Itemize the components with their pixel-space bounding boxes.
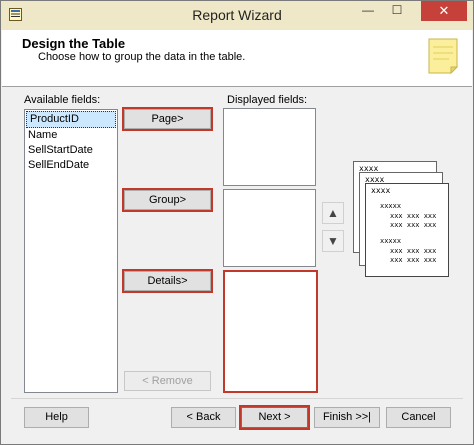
details-button[interactable]: Details> (122, 269, 213, 293)
preview-card-details: xxxx xxxxx xxx xxx xxx xxx xxx xxx xxxxx… (365, 183, 449, 277)
finish-button[interactable]: Finish >>| (314, 407, 380, 428)
list-item[interactable]: SellEndDate (25, 158, 117, 173)
group-button[interactable]: Group> (122, 188, 213, 212)
preview-details-label: xxxx (371, 186, 391, 195)
report-wizard-window: Report Wizard — ☐ ✕ Design the Table Cho… (0, 0, 474, 445)
next-button[interactable]: Next > (239, 405, 310, 430)
title-bar: Report Wizard — ☐ ✕ (1, 1, 473, 30)
preview-row: xxx xxx xxx (390, 247, 437, 255)
preview-group-a: xxxxx (380, 202, 402, 210)
page-title: Design the Table (22, 36, 126, 51)
sticky-note-icon (428, 38, 459, 75)
page-button[interactable]: Page> (122, 107, 213, 131)
back-button[interactable]: < Back (171, 407, 236, 428)
move-down-button[interactable]: ▼ (322, 230, 344, 252)
cancel-button[interactable]: Cancel (386, 407, 451, 428)
page-fields-list[interactable] (223, 108, 316, 186)
available-fields-list[interactable]: ProductID Name SellStartDate SellEndDate (24, 109, 118, 393)
minimize-button[interactable]: — (354, 1, 382, 21)
wizard-header: Design the Table Choose how to group the… (2, 30, 472, 87)
preview-row: xxx xxx xxx (390, 212, 437, 220)
preview-row: xxx xxx xxx (390, 221, 437, 229)
preview-group-b: xxxxx (380, 237, 402, 245)
displayed-fields-label: Displayed fields: (227, 94, 308, 106)
available-fields-label: Available fields: (24, 94, 101, 106)
move-up-button[interactable]: ▲ (322, 202, 344, 224)
close-button[interactable]: ✕ (421, 1, 467, 21)
list-item[interactable]: SellStartDate (25, 143, 117, 158)
help-button[interactable]: Help (24, 407, 89, 428)
remove-button[interactable]: < Remove (124, 371, 211, 391)
preview-row: xxx xxx xxx (390, 256, 437, 264)
list-item[interactable]: Name (25, 128, 117, 143)
maximize-button[interactable]: ☐ (383, 1, 411, 21)
group-fields-list[interactable] (223, 189, 316, 267)
list-item[interactable]: ProductID (26, 111, 116, 128)
details-fields-list[interactable] (223, 270, 318, 393)
page-subtitle: Choose how to group the data in the tabl… (38, 51, 246, 63)
footer-divider (11, 398, 463, 399)
